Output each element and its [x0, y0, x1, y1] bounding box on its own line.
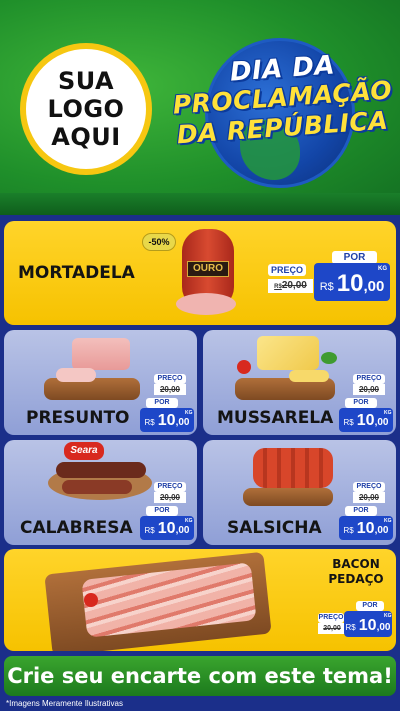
product-name: CALABRESA — [20, 518, 133, 538]
price-tag: PREÇO 20,00 POR R$ 10 ,00 KG — [335, 374, 395, 434]
product-name-line1: BACON — [332, 557, 380, 571]
currency: R$ — [144, 526, 155, 535]
price-decimal: ,00 — [363, 278, 385, 295]
por-label: POR — [345, 398, 377, 408]
unit-label: KG — [378, 266, 387, 272]
product-name: BACON PEDAÇO — [326, 557, 386, 587]
logo-text-line3: AQUI — [51, 123, 121, 151]
price-decimal: ,00 — [175, 417, 190, 428]
old-price: 20,00 — [154, 492, 186, 503]
unit-label: KG — [384, 518, 392, 524]
currency: R$ — [319, 281, 334, 293]
product-card-bacon[interactable]: BACON PEDAÇO PREÇO 20,00 POR R$ 10 ,00 K… — [4, 549, 396, 651]
por-label: POR — [146, 398, 178, 408]
old-price: 20,00 — [154, 384, 186, 395]
price-integer: 10 — [157, 520, 176, 537]
logo-text-line2: LOGO — [47, 95, 125, 123]
price-decimal: ,00 — [175, 525, 190, 536]
product-name: MORTADELA — [18, 263, 135, 283]
price-decimal: ,00 — [374, 525, 389, 536]
preco-label: PREÇO — [353, 374, 385, 384]
old-currency: R$ — [274, 284, 282, 290]
brand-label: OURO — [187, 261, 229, 277]
tomato-image — [237, 360, 251, 374]
logo-text-line1: SUA — [57, 67, 115, 95]
currency: R$ — [144, 418, 155, 427]
mussarela-image — [257, 336, 319, 370]
price-tag: PREÇO 20,00 POR R$ 10 ,00 KG — [136, 482, 196, 542]
mussarela-slices — [289, 370, 329, 382]
disclaimer: *Imagens Meramente Ilustrativas — [6, 699, 123, 708]
cutting-board — [243, 488, 333, 506]
unit-label: KG — [185, 518, 193, 524]
price-tag: PREÇO 20,00 POR R$ 10 ,00 KG — [314, 601, 394, 649]
price-decimal: ,00 — [374, 417, 389, 428]
currency: R$ — [343, 418, 354, 427]
cta-button[interactable]: Crie seu encarte com este tema! — [4, 656, 396, 696]
header-banner: SUA LOGO AQUI DIA DA PROCLAMAÇÃO DA REPÚ… — [0, 0, 400, 215]
price-decimal: ,00 — [376, 622, 391, 633]
old-price: 20,00 — [353, 384, 385, 395]
tomato-image — [84, 593, 98, 607]
currency: R$ — [343, 526, 354, 535]
price-integer: 10 — [356, 412, 375, 429]
product-card-mussarela[interactable]: MUSSARELA PREÇO 20,00 POR R$ 10 ,00 KG — [203, 330, 396, 435]
product-name: PRESUNTO — [26, 408, 130, 428]
old-price-value: 20,00 — [159, 493, 181, 502]
preco-label: PREÇO — [268, 264, 306, 276]
price-integer: 10 — [336, 270, 364, 297]
por-label: POR — [146, 506, 178, 516]
calabresa-slices — [62, 480, 132, 494]
unit-label: KG — [185, 410, 193, 416]
old-price-value: 20,00 — [159, 385, 181, 394]
old-price-value: 20,00 — [281, 280, 307, 291]
unit-label: KG — [384, 410, 392, 416]
preco-label: PREÇO — [154, 482, 186, 492]
old-price-value: 20,00 — [358, 493, 380, 502]
price-tag: PREÇO 20,00 POR R$ 10 ,00 KG — [136, 374, 196, 434]
presunto-image — [72, 338, 130, 370]
por-label: POR — [345, 506, 377, 516]
currency: R$ — [345, 623, 356, 632]
headline: DIA DA PROCLAMAÇÃO DA REPÚBLICA — [170, 50, 395, 149]
price-integer: 10 — [157, 412, 176, 429]
product-name: SALSICHA — [227, 518, 322, 538]
product-name-line2: PEDAÇO — [328, 572, 384, 586]
product-card-calabresa[interactable]: Seara CALABRESA PREÇO 20,00 POR R$ 10 ,0… — [4, 440, 197, 545]
preco-label: PREÇO — [154, 374, 186, 384]
old-price: 20,00 — [353, 492, 385, 503]
product-card-presunto[interactable]: PRESUNTO PREÇO 20,00 POR R$ 10 ,00 KG — [4, 330, 197, 435]
old-price-value: 20,00 — [358, 385, 380, 394]
price-integer: 10 — [358, 617, 377, 634]
price-tag: PREÇO R$20,00 POR R$ 10 ,00 KG — [262, 251, 392, 311]
brand-label: Seara — [64, 442, 104, 460]
price-integer: 10 — [356, 520, 375, 537]
presunto-slices — [56, 368, 96, 382]
unit-label: KG — [384, 613, 392, 619]
old-price-value: 20,00 — [323, 625, 341, 632]
header-stripe — [0, 193, 400, 215]
por-label: POR — [356, 601, 384, 611]
preco-label: PREÇO — [353, 482, 385, 492]
price-tag: PREÇO 20,00 POR R$ 10 ,00 KG — [335, 482, 395, 542]
discount-badge: -50% — [142, 233, 176, 251]
product-card-salsicha[interactable]: SALSICHA PREÇO 20,00 POR R$ 10 ,00 KG — [203, 440, 396, 545]
calabresa-image — [56, 462, 146, 478]
salsicha-image — [253, 448, 333, 488]
preco-label: PREÇO — [318, 613, 344, 623]
product-name: MUSSARELA — [217, 408, 334, 428]
old-price: R$20,00 — [268, 279, 313, 293]
mortadela-slices-image — [176, 293, 236, 315]
logo-placeholder[interactable]: SUA LOGO AQUI — [20, 43, 152, 175]
old-price: 20,00 — [318, 623, 346, 634]
product-card-mortadela[interactable]: MORTADELA -50% OURO PREÇO R$20,00 POR R$… — [4, 221, 396, 325]
herb-image — [321, 352, 337, 364]
